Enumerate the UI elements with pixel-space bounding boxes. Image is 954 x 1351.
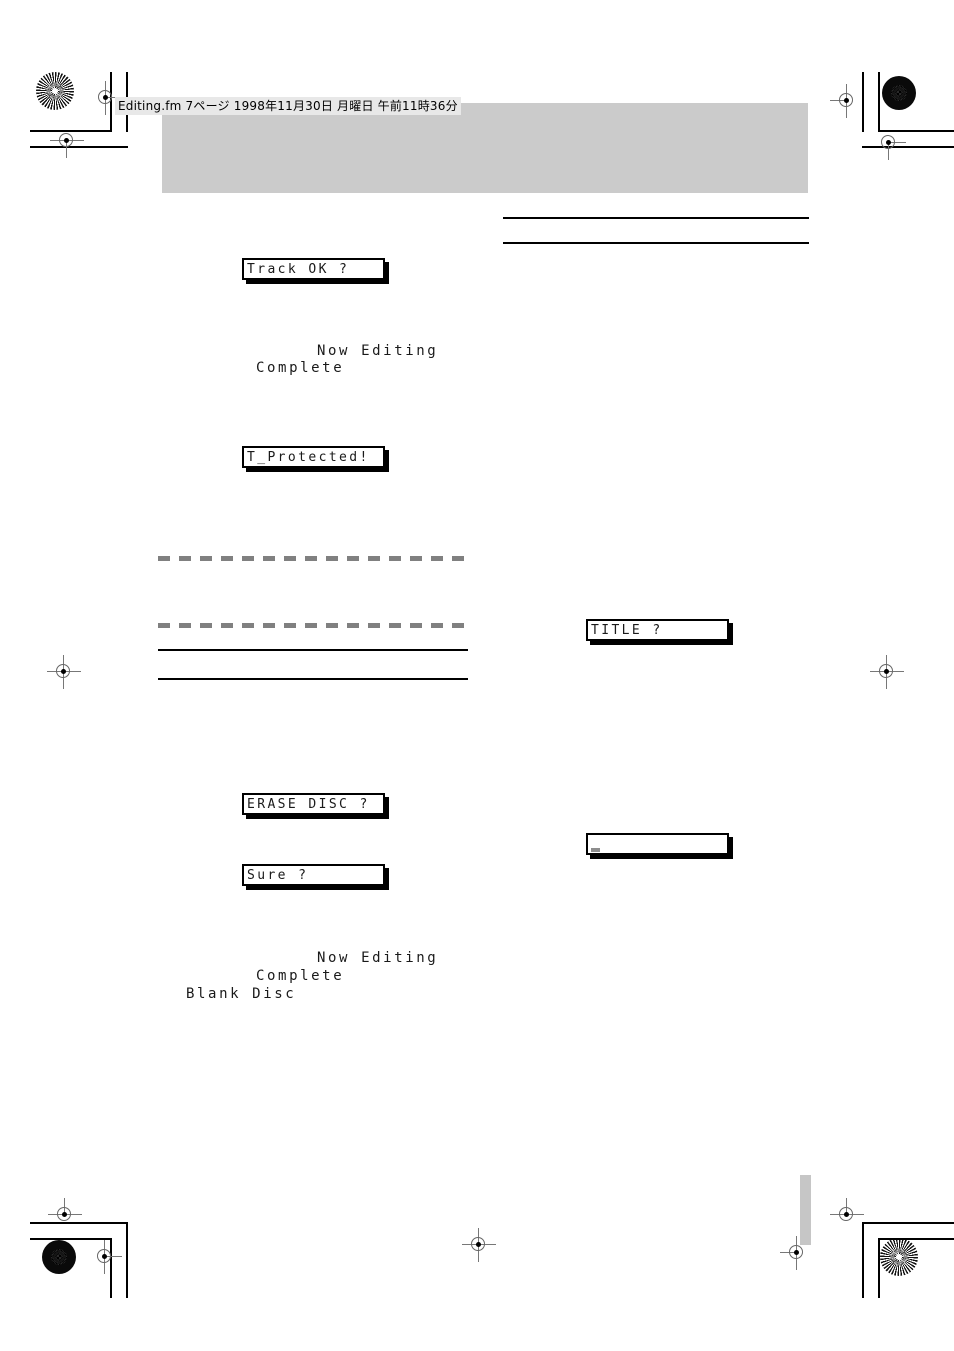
header-gray-panel [162,103,808,193]
left-rule-top [158,649,468,651]
lcd-display-t-protected: T_Protected! [242,446,385,468]
page-thumb-tab [800,1175,811,1245]
lcd-text-title: TITLE ? [591,622,663,638]
crop-mark-bottom-right [840,1222,954,1302]
document-page: Editing.fm 7ページ 1998年11月30日 月曜日 午前11時36分… [0,0,954,1351]
lcd-message-complete-2: Complete [256,968,345,984]
lcd-display-title-entry [586,833,729,855]
lcd-message-now-editing-1: Now Editing [317,343,439,359]
lcd-text-cursor [591,848,600,852]
lcd-display-track-ok: Track OK ? [242,258,385,280]
registration-target-icon-right-middle [870,655,904,689]
file-info-strip: Editing.fm 7ページ 1998年11月30日 月曜日 午前11時36分 [115,97,461,115]
lcd-text-sure: Sure ? [247,867,309,883]
lcd-display-erase-disc: ERASE DISC ? [242,793,385,815]
lcd-message-now-editing-2: Now Editing [317,950,439,966]
lcd-text-track-ok: Track OK ? [247,261,350,277]
file-info-text: Editing.fm 7ページ 1998年11月30日 月曜日 午前11時36分 [118,99,458,113]
left-rule-second [158,678,468,680]
lcd-message-complete-1: Complete [256,360,345,376]
section-divider-dashed-lower [158,623,464,628]
registration-target-icon-right-upper [872,126,906,160]
registration-target-icon-bottom-center [462,1228,496,1262]
lcd-display-title: TITLE ? [586,619,729,641]
right-rule-second [503,242,809,244]
right-rule-top [503,217,809,219]
registration-target-icon-left-upper [50,124,84,158]
section-divider-dashed-upper [158,556,464,561]
lcd-text-erase-disc: ERASE DISC ? [247,796,370,812]
lcd-message-blank-disc: Blank Disc [186,986,297,1002]
registration-target-icon-bottom-left-inner [88,1240,122,1274]
lcd-display-sure: Sure ? [242,864,385,886]
lcd-text-t-protected: T_Protected! [247,449,370,465]
registration-target-icon-left-middle [47,655,81,689]
registration-target-icon-top-right [830,84,864,118]
